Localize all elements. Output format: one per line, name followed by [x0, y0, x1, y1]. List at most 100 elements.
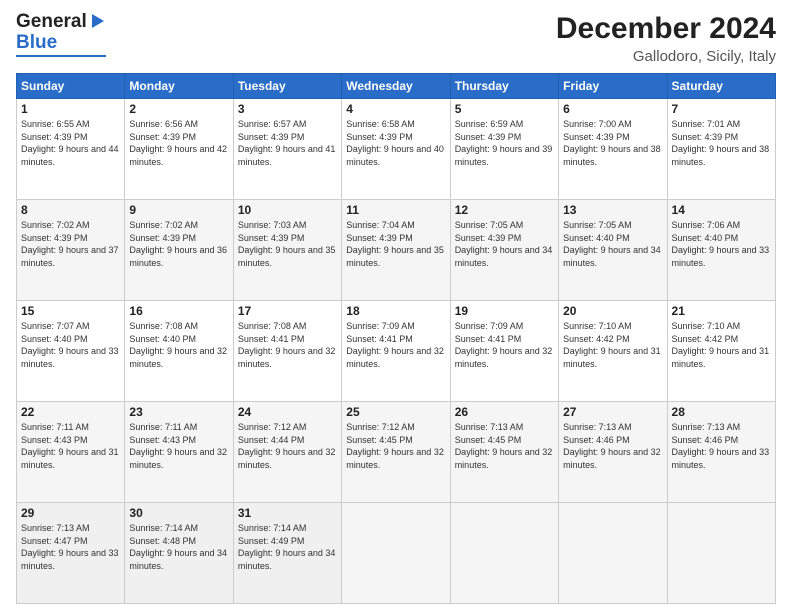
day-number: 31 — [238, 506, 337, 520]
calendar-header-friday: Friday — [559, 74, 667, 99]
day-number: 8 — [21, 203, 120, 217]
cell-info: Sunrise: 7:07 AMSunset: 4:40 PMDaylight:… — [21, 320, 120, 370]
day-number: 6 — [563, 102, 662, 116]
day-number: 4 — [346, 102, 445, 116]
day-number: 26 — [455, 405, 554, 419]
calendar-cell: 5 Sunrise: 6:59 AMSunset: 4:39 PMDaylight… — [450, 99, 558, 200]
cell-info: Sunrise: 7:11 AMSunset: 4:43 PMDaylight:… — [129, 421, 228, 471]
cell-info: Sunrise: 6:56 AMSunset: 4:39 PMDaylight:… — [129, 118, 228, 168]
cell-info: Sunrise: 7:05 AMSunset: 4:39 PMDaylight:… — [455, 219, 554, 269]
day-number: 1 — [21, 102, 120, 116]
calendar-cell: 20Sunrise: 7:10 AMSunset: 4:42 PMDayligh… — [559, 301, 667, 402]
day-number: 14 — [672, 203, 771, 217]
cell-info: Sunrise: 7:10 AMSunset: 4:42 PMDaylight:… — [563, 320, 662, 370]
day-number: 27 — [563, 405, 662, 419]
cell-info: Sunrise: 7:02 AMSunset: 4:39 PMDaylight:… — [21, 219, 120, 269]
day-number: 23 — [129, 405, 228, 419]
cell-info: Sunrise: 7:01 AMSunset: 4:39 PMDaylight:… — [672, 118, 771, 168]
calendar-cell: 14Sunrise: 7:06 AMSunset: 4:40 PMDayligh… — [667, 200, 775, 301]
calendar-cell: 29Sunrise: 7:13 AMSunset: 4:47 PMDayligh… — [17, 503, 125, 604]
day-number: 25 — [346, 405, 445, 419]
cell-info: Sunrise: 7:08 AMSunset: 4:40 PMDaylight:… — [129, 320, 228, 370]
day-number: 7 — [672, 102, 771, 116]
calendar-week-row: 29Sunrise: 7:13 AMSunset: 4:47 PMDayligh… — [17, 503, 776, 604]
day-number: 12 — [455, 203, 554, 217]
day-number: 9 — [129, 203, 228, 217]
calendar-header-monday: Monday — [125, 74, 233, 99]
cell-info: Sunrise: 7:09 AMSunset: 4:41 PMDaylight:… — [346, 320, 445, 370]
calendar-cell: 7 Sunrise: 7:01 AMSunset: 4:39 PMDaylight… — [667, 99, 775, 200]
day-number: 19 — [455, 304, 554, 318]
cell-info: Sunrise: 7:12 AMSunset: 4:45 PMDaylight:… — [346, 421, 445, 471]
cell-info: Sunrise: 7:11 AMSunset: 4:43 PMDaylight:… — [21, 421, 120, 471]
day-number: 16 — [129, 304, 228, 318]
cell-info: Sunrise: 6:55 AMSunset: 4:39 PMDaylight:… — [21, 118, 120, 168]
calendar-cell: 12 Sunrise: 7:05 AMSunset: 4:39 PMDayligh… — [450, 200, 558, 301]
calendar-cell: 13 Sunrise: 7:05 AMSunset: 4:40 PMDayligh… — [559, 200, 667, 301]
calendar-cell: 17Sunrise: 7:08 AMSunset: 4:41 PMDayligh… — [233, 301, 341, 402]
calendar-cell — [667, 503, 775, 604]
calendar-cell: 10Sunrise: 7:03 AMSunset: 4:39 PMDayligh… — [233, 200, 341, 301]
calendar-cell: 28 Sunrise: 7:13 AMSunset: 4:46 PMDayligh… — [667, 402, 775, 503]
calendar-week-row: 22Sunrise: 7:11 AMSunset: 4:43 PMDayligh… — [17, 402, 776, 503]
logo: General Blue — [16, 12, 106, 57]
calendar-cell: 23 Sunrise: 7:11 AMSunset: 4:43 PMDayligh… — [125, 402, 233, 503]
calendar-cell: 11 Sunrise: 7:04 AMSunset: 4:39 PMDayligh… — [342, 200, 450, 301]
calendar-header-saturday: Saturday — [667, 74, 775, 99]
calendar-cell: 22Sunrise: 7:11 AMSunset: 4:43 PMDayligh… — [17, 402, 125, 503]
calendar-header-tuesday: Tuesday — [233, 74, 341, 99]
logo-triangle-icon — [88, 12, 106, 30]
day-number: 3 — [238, 102, 337, 116]
calendar-cell: 16 Sunrise: 7:08 AMSunset: 4:40 PMDayligh… — [125, 301, 233, 402]
logo-blue-text: Blue — [16, 33, 57, 54]
cell-info: Sunrise: 7:12 AMSunset: 4:44 PMDaylight:… — [238, 421, 337, 471]
day-number: 21 — [672, 304, 771, 318]
calendar-cell: 31 Sunrise: 7:14 AMSunset: 4:49 PMDayligh… — [233, 503, 341, 604]
calendar-cell: 4 Sunrise: 6:58 AMSunset: 4:39 PMDaylight… — [342, 99, 450, 200]
logo-general-text: General — [16, 12, 87, 33]
calendar-cell — [450, 503, 558, 604]
cell-info: Sunrise: 7:13 AMSunset: 4:46 PMDaylight:… — [563, 421, 662, 471]
page-container: General Blue December 2024 Gallodoro, Si… — [0, 0, 792, 612]
calendar-week-row: 15 Sunrise: 7:07 AMSunset: 4:40 PMDayligh… — [17, 301, 776, 402]
cell-info: Sunrise: 7:13 AMSunset: 4:47 PMDaylight:… — [21, 522, 120, 572]
calendar-cell: 30 Sunrise: 7:14 AMSunset: 4:48 PMDayligh… — [125, 503, 233, 604]
calendar-header-wednesday: Wednesday — [342, 74, 450, 99]
cell-info: Sunrise: 7:14 AMSunset: 4:49 PMDaylight:… — [238, 522, 337, 572]
cell-info: Sunrise: 7:10 AMSunset: 4:42 PMDaylight:… — [672, 320, 771, 370]
calendar-cell: 6 Sunrise: 7:00 AMSunset: 4:39 PMDaylight… — [559, 99, 667, 200]
day-number: 28 — [672, 405, 771, 419]
calendar-header-row: SundayMondayTuesdayWednesdayThursdayFrid… — [17, 74, 776, 99]
day-number: 15 — [21, 304, 120, 318]
cell-info: Sunrise: 6:57 AMSunset: 4:39 PMDaylight:… — [238, 118, 337, 168]
calendar-cell: 19 Sunrise: 7:09 AMSunset: 4:41 PMDayligh… — [450, 301, 558, 402]
calendar-cell: 1 Sunrise: 6:55 AMSunset: 4:39 PMDaylight… — [17, 99, 125, 200]
day-number: 5 — [455, 102, 554, 116]
day-number: 13 — [563, 203, 662, 217]
calendar-cell: 26Sunrise: 7:13 AMSunset: 4:45 PMDayligh… — [450, 402, 558, 503]
calendar-table: SundayMondayTuesdayWednesdayThursdayFrid… — [16, 73, 776, 604]
day-number: 11 — [346, 203, 445, 217]
title-block: December 2024 Gallodoro, Sicily, Italy — [556, 12, 776, 65]
cell-info: Sunrise: 7:00 AMSunset: 4:39 PMDaylight:… — [563, 118, 662, 168]
cell-info: Sunrise: 6:58 AMSunset: 4:39 PMDaylight:… — [346, 118, 445, 168]
calendar-cell: 25 Sunrise: 7:12 AMSunset: 4:45 PMDayligh… — [342, 402, 450, 503]
cell-info: Sunrise: 7:04 AMSunset: 4:39 PMDaylight:… — [346, 219, 445, 269]
cell-info: Sunrise: 6:59 AMSunset: 4:39 PMDaylight:… — [455, 118, 554, 168]
cell-info: Sunrise: 7:14 AMSunset: 4:48 PMDaylight:… — [129, 522, 228, 572]
cell-info: Sunrise: 7:05 AMSunset: 4:40 PMDaylight:… — [563, 219, 662, 269]
day-number: 30 — [129, 506, 228, 520]
cell-info: Sunrise: 7:09 AMSunset: 4:41 PMDaylight:… — [455, 320, 554, 370]
calendar-cell: 27 Sunrise: 7:13 AMSunset: 4:46 PMDayligh… — [559, 402, 667, 503]
calendar-cell: 3 Sunrise: 6:57 AMSunset: 4:39 PMDaylight… — [233, 99, 341, 200]
calendar-cell: 15 Sunrise: 7:07 AMSunset: 4:40 PMDayligh… — [17, 301, 125, 402]
calendar-cell — [342, 503, 450, 604]
calendar-header-thursday: Thursday — [450, 74, 558, 99]
calendar-cell: 8 Sunrise: 7:02 AMSunset: 4:39 PMDaylight… — [17, 200, 125, 301]
main-title: December 2024 — [556, 12, 776, 46]
calendar-cell: 24Sunrise: 7:12 AMSunset: 4:44 PMDayligh… — [233, 402, 341, 503]
calendar-cell — [559, 503, 667, 604]
logo-underline — [16, 55, 106, 57]
calendar-cell: 21 Sunrise: 7:10 AMSunset: 4:42 PMDayligh… — [667, 301, 775, 402]
cell-info: Sunrise: 7:13 AMSunset: 4:46 PMDaylight:… — [672, 421, 771, 471]
